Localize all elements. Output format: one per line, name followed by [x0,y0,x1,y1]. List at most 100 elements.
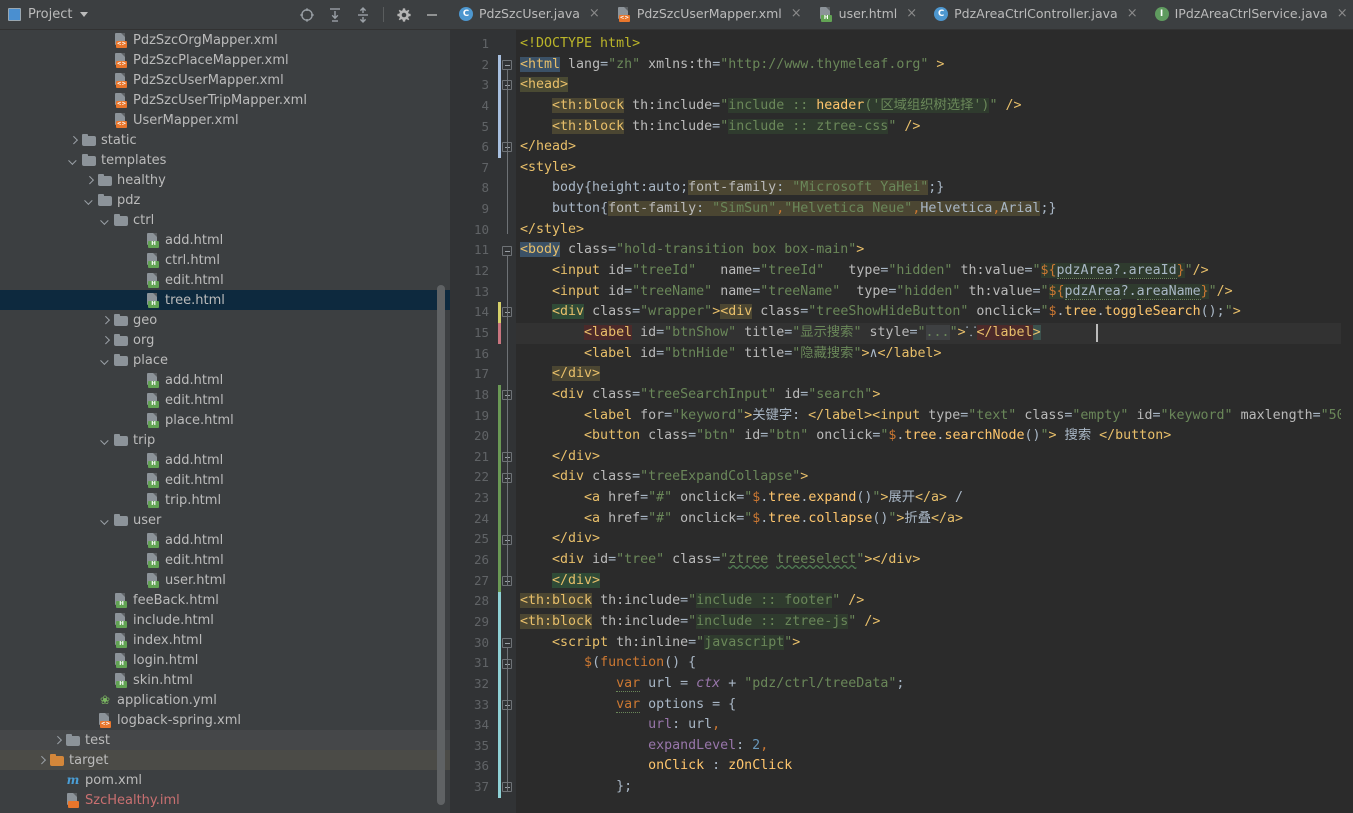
tree-row[interactable]: Hskin.html [0,670,450,690]
tree-row[interactable]: Hadd.html [0,530,450,550]
code-line[interactable]: <input id="treeId" name="treeId" type="h… [516,261,1353,282]
tree-row[interactable]: Hedit.html [0,270,450,290]
tree-row[interactable]: Hedit.html [0,470,450,490]
tree-row[interactable]: geo [0,310,450,330]
code-line[interactable]: </head> [516,137,1353,158]
close-icon[interactable]: × [1127,7,1138,20]
chevron-down-icon[interactable] [80,12,89,17]
hide-panel-icon[interactable] [424,7,440,23]
editor-gutter[interactable]: 1 2 3 4 5 6 7 8 9 10 11 12 13 14 15 16 17 18 19 20 21 22 23 24 2… [450,30,498,813]
tree-row[interactable]: Hadd.html [0,370,450,390]
code-line[interactable]: <button class="btn" id="btn" onclick="$.… [516,426,1353,447]
tree-row[interactable]: Hindex.html [0,630,450,650]
code-line[interactable]: <a href="#" onclick="$.tree.collapse()">… [516,509,1353,530]
code-line[interactable]: </style> [516,220,1353,241]
tree-row[interactable]: Htrip.html [0,490,450,510]
code-line[interactable]: url: url, [516,715,1353,736]
vcs-change-marker[interactable] [498,323,501,344]
tree-row[interactable]: pdz [0,190,450,210]
code-line[interactable]: <th:block th:include="include :: footer"… [516,591,1353,612]
tree-row[interactable]: place [0,350,450,370]
project-tree-scrollbar[interactable] [437,285,445,805]
chevron-down-icon[interactable] [100,435,111,446]
code-line[interactable]: </div> [516,364,1353,385]
chevron-down-icon[interactable] [100,515,111,526]
code-line[interactable]: expandLevel: 2, [516,736,1353,757]
tree-row[interactable]: Htree.html [0,290,450,310]
tree-row[interactable]: <> PdzSzcPlaceMapper.xml [0,50,450,70]
code-line[interactable]: <label id="btnHide" title="隐藏搜索">∧</labe… [516,344,1353,365]
code-line[interactable]: var options = { [516,695,1353,716]
tree-row[interactable]: Hedit.html [0,390,450,410]
code-line[interactable]: button{font-family: "SimSun","Helvetica … [516,199,1353,220]
editor-tab-pdzszcusermapper-xml[interactable]: <> PdzSzcUserMapper.xml × [607,0,810,29]
tree-row[interactable]: trip [0,430,450,450]
vcs-change-marker[interactable] [498,302,501,324]
editor-tab-pdzszcuser-java[interactable]: C PdzSzcUser.java × [450,0,608,29]
code-line[interactable]: <input id="treeName" name="treeName" typ… [516,282,1353,303]
code-line[interactable]: <a href="#" onclick="$.tree.expand()">展开… [516,488,1353,509]
code-editor[interactable]: 1 2 3 4 5 6 7 8 9 10 11 12 13 14 15 16 17 18 19 20 21 22 23 24 2… [450,30,1353,813]
project-target-icon[interactable] [299,7,315,23]
tree-row[interactable]: Huser.html [0,570,450,590]
tree-row[interactable]: test [0,730,450,750]
vcs-change-marker[interactable] [498,385,501,592]
tree-row[interactable]: Hadd.html [0,450,450,470]
chevron-right-icon[interactable] [84,175,95,186]
tree-row[interactable]: HfeeBack.html [0,590,450,610]
close-icon[interactable]: × [589,7,600,20]
tree-row[interactable]: Hlogin.html [0,650,450,670]
editor-fold-column[interactable] [498,30,516,813]
vcs-change-marker[interactable] [498,591,501,799]
code-line[interactable]: <script th:inline="javascript"> [516,633,1353,654]
editor-tab-ipdzareactrlservice-java[interactable]: I IPdzAreaCtrlService.java × [1145,0,1353,29]
chevron-right-icon[interactable] [36,755,47,766]
tree-row[interactable]: Hadd.html [0,230,450,250]
project-panel-title-group[interactable]: Project [8,8,89,21]
code-line[interactable]: <style> [516,158,1353,179]
code-line[interactable]: <body class="hold-transition box box-mai… [516,240,1353,261]
code-line[interactable]: onClick : zOnClick [516,756,1353,777]
chevron-down-icon[interactable] [84,195,95,206]
expand-all-icon[interactable] [327,7,343,23]
editor-marker-bar[interactable] [1341,30,1353,813]
tree-row[interactable]: SzcHealthy.iml [0,790,450,810]
editor-code-area[interactable]: <!DOCTYPE html> <html lang="zh" xmlns:th=… [516,30,1353,813]
code-line[interactable]: <th:block th:include="include :: ztree-j… [516,612,1353,633]
code-line[interactable]: <label for="keyword">关键字: </label><input… [516,406,1353,427]
code-line[interactable]: <head> [516,75,1353,96]
project-tree-panel[interactable]: <> PdzSzcOrgMapper.xml <> PdzSzcPlaceMapper… [0,30,450,813]
tree-row[interactable]: user [0,510,450,530]
tree-row[interactable]: healthy [0,170,450,190]
tree-row[interactable]: <> PdzSzcUserMapper.xml [0,70,450,90]
close-icon[interactable]: × [1337,7,1348,20]
tree-row[interactable]: org [0,330,450,350]
code-line[interactable]: </div> [516,447,1353,468]
tree-row[interactable]: <> PdzSzcOrgMapper.xml [0,30,450,50]
code-line[interactable]: }; [516,777,1353,798]
settings-gear-icon[interactable] [396,7,412,23]
code-line[interactable]: <th:block th:include="include :: header(… [516,96,1353,117]
tree-row[interactable]: ❀ application.yml [0,690,450,710]
tree-row[interactable]: Hedit.html [0,550,450,570]
tree-row[interactable]: Hinclude.html [0,610,450,630]
close-icon[interactable]: × [906,7,917,20]
close-icon[interactable]: × [791,7,802,20]
chevron-right-icon[interactable] [52,735,63,746]
code-line[interactable]: <div class="treeSearchInput" id="search"… [516,385,1353,406]
code-line[interactable]: <div class="treeExpandCollapse"> [516,467,1353,488]
code-line[interactable]: $(function() { [516,653,1353,674]
tree-row[interactable]: <> UserMapper.xml [0,110,450,130]
editor-tab-pdzareactrlcontroller-java[interactable]: C PdzAreaCtrlController.java × [925,0,1146,29]
tree-row[interactable]: static [0,130,450,150]
code-line[interactable]: <div id="tree" class="ztree treeselect">… [516,550,1353,571]
code-line[interactable]: <html lang="zh" xmlns:th="http://www.thy… [516,55,1353,76]
tree-row[interactable]: templates [0,150,450,170]
tree-row[interactable]: Hplace.html [0,410,450,430]
vcs-change-marker[interactable] [498,54,501,158]
chevron-down-icon[interactable] [100,355,111,366]
chevron-right-icon[interactable] [100,335,111,346]
chevron-right-icon[interactable] [68,135,79,146]
tree-row[interactable]: <> PdzSzcUserTripMapper.xml [0,90,450,110]
collapse-all-icon[interactable] [355,6,371,23]
